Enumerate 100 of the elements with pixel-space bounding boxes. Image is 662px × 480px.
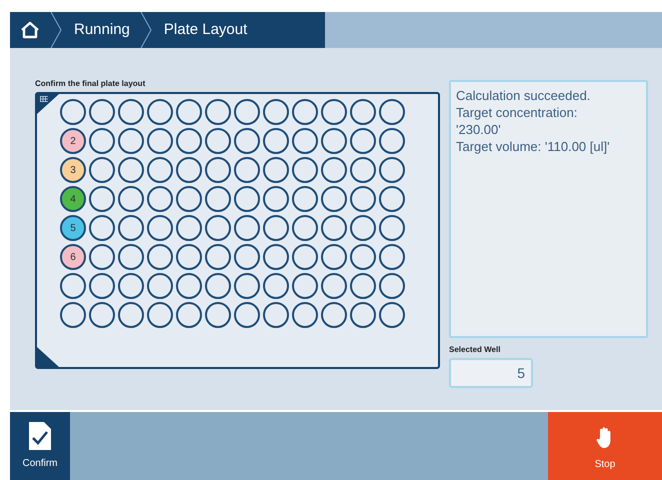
well[interactable]	[60, 273, 86, 299]
well[interactable]	[147, 302, 173, 328]
well[interactable]	[205, 215, 231, 241]
well[interactable]	[350, 186, 376, 212]
well[interactable]	[89, 186, 115, 212]
well[interactable]	[379, 157, 405, 183]
well[interactable]: 3	[60, 157, 86, 183]
well[interactable]	[118, 273, 144, 299]
well[interactable]	[321, 128, 347, 154]
well[interactable]	[292, 128, 318, 154]
breadcrumb-item[interactable]: Plate Layout	[164, 18, 248, 42]
well[interactable]	[147, 99, 173, 125]
well[interactable]	[176, 244, 202, 270]
well[interactable]	[263, 99, 289, 125]
well[interactable]	[89, 157, 115, 183]
well[interactable]	[205, 157, 231, 183]
well[interactable]	[205, 99, 231, 125]
well[interactable]: 2	[60, 128, 86, 154]
breadcrumb-item[interactable]: Running	[74, 18, 130, 42]
well[interactable]	[350, 244, 376, 270]
well[interactable]	[234, 215, 260, 241]
well[interactable]	[176, 215, 202, 241]
well[interactable]	[234, 302, 260, 328]
well[interactable]	[350, 128, 376, 154]
well[interactable]	[89, 302, 115, 328]
well[interactable]	[205, 186, 231, 212]
well[interactable]	[60, 99, 86, 125]
well[interactable]	[263, 157, 289, 183]
well[interactable]	[176, 128, 202, 154]
well[interactable]	[292, 186, 318, 212]
well[interactable]	[176, 302, 202, 328]
well[interactable]	[263, 186, 289, 212]
well[interactable]	[292, 215, 318, 241]
well[interactable]	[292, 273, 318, 299]
well[interactable]	[234, 186, 260, 212]
well[interactable]	[321, 302, 347, 328]
well[interactable]	[176, 99, 202, 125]
well[interactable]	[118, 186, 144, 212]
well[interactable]: 5	[60, 215, 86, 241]
well[interactable]	[379, 273, 405, 299]
well[interactable]	[263, 128, 289, 154]
well[interactable]	[60, 302, 86, 328]
well[interactable]	[379, 128, 405, 154]
well[interactable]	[89, 128, 115, 154]
well[interactable]	[321, 244, 347, 270]
well[interactable]	[379, 302, 405, 328]
well[interactable]	[350, 99, 376, 125]
well[interactable]	[89, 244, 115, 270]
well[interactable]	[205, 302, 231, 328]
well[interactable]	[292, 99, 318, 125]
well[interactable]	[321, 273, 347, 299]
well[interactable]	[147, 244, 173, 270]
well[interactable]	[147, 215, 173, 241]
well[interactable]	[350, 157, 376, 183]
home-icon[interactable]	[20, 21, 40, 39]
well[interactable]	[234, 273, 260, 299]
well[interactable]	[263, 244, 289, 270]
well[interactable]: 4	[60, 186, 86, 212]
well[interactable]	[234, 99, 260, 125]
confirm-button[interactable]: Confirm	[10, 412, 70, 480]
stop-button[interactable]: Stop	[548, 412, 662, 480]
well[interactable]	[379, 99, 405, 125]
well[interactable]	[263, 215, 289, 241]
well[interactable]	[321, 186, 347, 212]
well[interactable]	[89, 215, 115, 241]
well[interactable]	[234, 244, 260, 270]
well[interactable]	[292, 157, 318, 183]
well[interactable]	[205, 273, 231, 299]
well[interactable]	[118, 215, 144, 241]
well[interactable]	[147, 128, 173, 154]
well[interactable]	[292, 302, 318, 328]
well[interactable]	[350, 273, 376, 299]
well[interactable]	[147, 273, 173, 299]
well[interactable]	[147, 157, 173, 183]
well[interactable]	[205, 128, 231, 154]
well[interactable]	[350, 302, 376, 328]
well[interactable]	[350, 215, 376, 241]
well[interactable]	[89, 273, 115, 299]
well[interactable]	[379, 215, 405, 241]
well[interactable]	[176, 186, 202, 212]
well[interactable]	[379, 244, 405, 270]
well[interactable]	[263, 273, 289, 299]
well[interactable]	[89, 99, 115, 125]
well[interactable]	[379, 186, 405, 212]
well[interactable]	[118, 244, 144, 270]
well[interactable]: 6	[60, 244, 86, 270]
well[interactable]	[118, 157, 144, 183]
well[interactable]	[118, 128, 144, 154]
well[interactable]	[176, 273, 202, 299]
well[interactable]	[147, 186, 173, 212]
well[interactable]	[321, 215, 347, 241]
well[interactable]	[118, 99, 144, 125]
well[interactable]	[292, 244, 318, 270]
well[interactable]	[321, 99, 347, 125]
well[interactable]	[263, 302, 289, 328]
well[interactable]	[176, 157, 202, 183]
well[interactable]	[234, 157, 260, 183]
well[interactable]	[118, 302, 144, 328]
well[interactable]	[205, 244, 231, 270]
selected-well-field[interactable]: 5	[449, 358, 533, 388]
